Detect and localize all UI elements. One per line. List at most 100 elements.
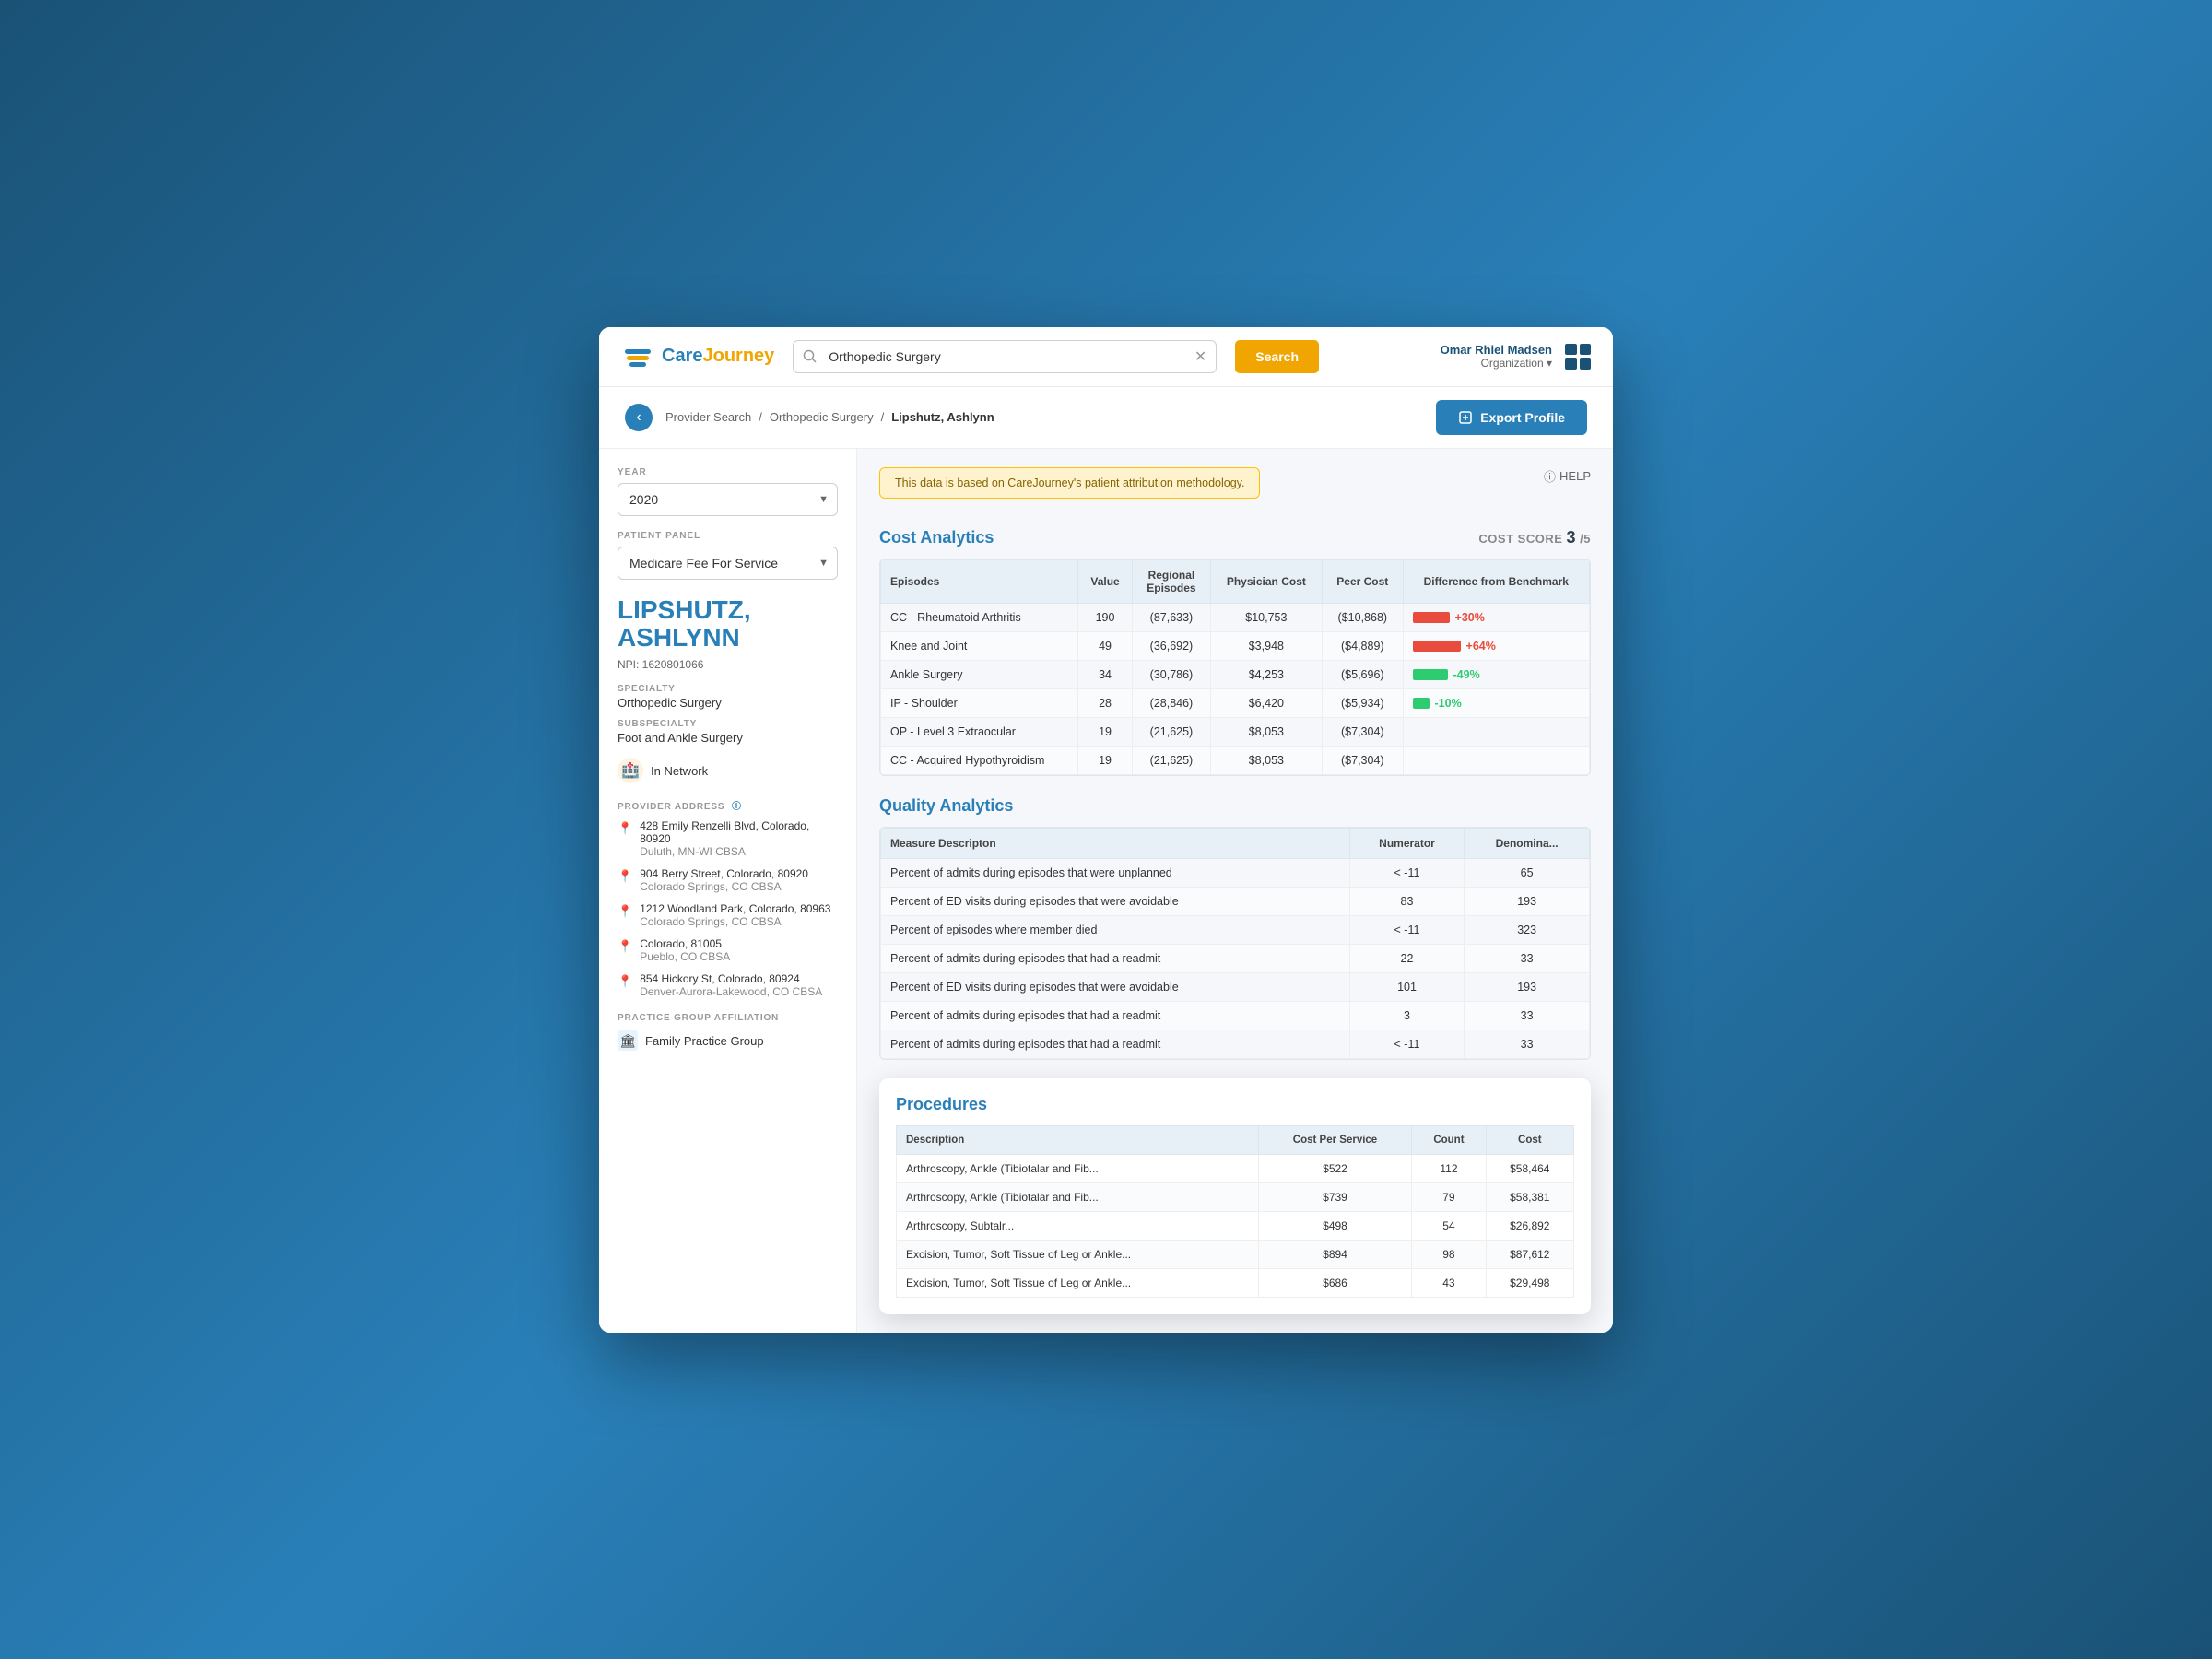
episode-value: 19	[1077, 746, 1132, 774]
grid-icon[interactable]	[1565, 344, 1591, 370]
table-row: CC - Acquired Hypothyroidism 19 (21,625)…	[881, 746, 1590, 774]
export-profile-button[interactable]: Export Profile	[1436, 400, 1587, 435]
address-pin-icon: 📍	[618, 821, 632, 858]
col-value: Value	[1077, 559, 1132, 603]
denominator: 33	[1465, 1030, 1590, 1058]
address-primary: 1212 Woodland Park, Colorado, 80963	[640, 902, 830, 915]
help-link[interactable]: ⓘ HELP	[1544, 467, 1591, 485]
diff-from-benchmark: +64%	[1403, 631, 1589, 660]
numerator: < -11	[1349, 858, 1465, 887]
table-row: Percent of admits during episodes that h…	[881, 1030, 1590, 1058]
right-panel: This data is based on CareJourney's pati…	[857, 449, 1613, 1333]
denominator: 193	[1465, 887, 1590, 915]
year-select[interactable]: 2020	[618, 483, 838, 516]
procedures-table-body: Arthroscopy, Ankle (Tibiotalar and Fib..…	[897, 1154, 1574, 1297]
cost-analytics-table: Episodes Value RegionalEpisodes Physicia…	[880, 559, 1590, 775]
breadcrumb-path2: Orthopedic Surgery	[770, 410, 874, 424]
physician-cost: $4,253	[1210, 660, 1322, 688]
breadcrumb: ‹ Provider Search / Orthopedic Surgery /…	[625, 404, 994, 431]
col-physician-cost: Physician Cost	[1210, 559, 1322, 603]
numerator: 22	[1349, 944, 1465, 972]
cost-score: COST SCORE 3 /5	[1478, 528, 1591, 547]
measure-desc: Percent of admits during episodes that h…	[881, 944, 1350, 972]
alert-banner: This data is based on CareJourney's pati…	[879, 467, 1260, 499]
proc-desc: Excision, Tumor, Soft Tissue of Leg or A…	[897, 1268, 1259, 1297]
content-grid: YEAR 2020 PATIENT PANEL Medicare Fee For…	[599, 449, 1613, 1333]
col-episodes: Episodes	[881, 559, 1078, 603]
cost-table-head: Episodes Value RegionalEpisodes Physicia…	[881, 559, 1590, 603]
proc-count: 112	[1412, 1154, 1486, 1182]
address-secondary: Duluth, MN-WI CBSA	[640, 845, 838, 858]
peer-cost: ($7,304)	[1323, 746, 1403, 774]
address-pin-icon: 📍	[618, 904, 632, 928]
table-row: Percent of admits during episodes that h…	[881, 1001, 1590, 1030]
address-primary: Colorado, 81005	[640, 937, 730, 950]
table-row: IP - Shoulder 28 (28,846) $6,420 ($5,934…	[881, 688, 1590, 717]
cost-analytics-header: Cost Analytics COST SCORE 3 /5	[879, 528, 1591, 547]
panel-select[interactable]: Medicare Fee For Service	[618, 547, 838, 580]
user-org[interactable]: Organization ▾	[1441, 357, 1552, 370]
logo-area: CareJourney	[621, 340, 774, 373]
address-info-icon[interactable]: ⓘ	[732, 802, 742, 812]
panel-label: PATIENT PANEL	[618, 531, 838, 541]
address-pin-icon: 📍	[618, 869, 632, 893]
diff-from-benchmark	[1403, 717, 1589, 746]
provider-npi: NPI: 1620801066	[618, 658, 838, 671]
proc-cost-per-service: $894	[1258, 1240, 1412, 1268]
denominator: 323	[1465, 915, 1590, 944]
proc-cost: $26,892	[1486, 1211, 1573, 1240]
proc-cost: $58,381	[1486, 1182, 1573, 1211]
numerator: 101	[1349, 972, 1465, 1001]
diff-pct: +30%	[1455, 611, 1485, 624]
address-text: Colorado, 81005 Pueblo, CO CBSA	[640, 937, 730, 963]
search-button[interactable]: Search	[1235, 340, 1319, 373]
procedures-panel: Procedures Description Cost Per Service …	[879, 1078, 1591, 1314]
breadcrumb-path1: Provider Search	[665, 410, 751, 424]
table-row: Ankle Surgery 34 (30,786) $4,253 ($5,696…	[881, 660, 1590, 688]
search-bar: ✕	[793, 340, 1217, 373]
p-col-desc: Description	[897, 1125, 1259, 1154]
regional-episodes: (21,625)	[1133, 746, 1210, 774]
col-peer-cost: Peer Cost	[1323, 559, 1403, 603]
procedures-inner: Procedures Description Cost Per Service …	[879, 1078, 1591, 1314]
back-button[interactable]: ‹	[625, 404, 653, 431]
proc-desc: Arthroscopy, Subtalr...	[897, 1211, 1259, 1240]
table-row: Arthroscopy, Subtalr... $498 54 $26,892	[897, 1211, 1574, 1240]
year-label: YEAR	[618, 467, 838, 477]
cost-analytics-title: Cost Analytics	[879, 528, 994, 547]
proc-count: 43	[1412, 1268, 1486, 1297]
measure-desc: Percent of ED visits during episodes tha…	[881, 887, 1350, 915]
quality-analytics-title: Quality Analytics	[879, 796, 1013, 816]
search-input[interactable]	[818, 341, 1185, 372]
network-icon: 🏥	[618, 758, 643, 783]
episode-value: 49	[1077, 631, 1132, 660]
logo-text: CareJourney	[662, 346, 774, 367]
proc-cost: $58,464	[1486, 1154, 1573, 1182]
address-pin-icon: 📍	[618, 939, 632, 963]
peer-cost: ($7,304)	[1323, 717, 1403, 746]
address-section-label: PROVIDER ADDRESS ⓘ	[618, 798, 838, 812]
proc-count: 54	[1412, 1211, 1486, 1240]
peer-cost: ($5,696)	[1323, 660, 1403, 688]
proc-desc: Excision, Tumor, Soft Tissue of Leg or A…	[897, 1240, 1259, 1268]
numerator: 3	[1349, 1001, 1465, 1030]
denominator: 193	[1465, 972, 1590, 1001]
p-col-count: Count	[1412, 1125, 1486, 1154]
diff-pct: +64%	[1466, 640, 1496, 653]
episode-name: Knee and Joint	[881, 631, 1078, 660]
proc-desc: Arthroscopy, Ankle (Tibiotalar and Fib..…	[897, 1182, 1259, 1211]
table-row: Percent of ED visits during episodes tha…	[881, 972, 1590, 1001]
addresses-container: 📍 428 Emily Renzelli Blvd, Colorado, 809…	[618, 819, 838, 998]
main-content: ‹ Provider Search / Orthopedic Surgery /…	[599, 387, 1613, 1333]
diff-pct: -10%	[1435, 697, 1462, 710]
quality-analytics-table: Measure Descripton Numerator Denomina...…	[880, 828, 1590, 1059]
search-clear-button[interactable]: ✕	[1185, 347, 1216, 366]
proc-cost: $87,612	[1486, 1240, 1573, 1268]
quality-table-head: Measure Descripton Numerator Denomina...	[881, 828, 1590, 858]
breadcrumb-row: ‹ Provider Search / Orthopedic Surgery /…	[599, 387, 1613, 449]
user-info: Omar Rhiel Madsen Organization ▾	[1441, 343, 1552, 370]
subspecialty-block: SUBSPECIALTY Foot and Ankle Surgery	[618, 719, 838, 745]
measure-desc: Percent of episodes where member died	[881, 915, 1350, 944]
address-secondary: Pueblo, CO CBSA	[640, 950, 730, 963]
cost-table-body: CC - Rheumatoid Arthritis 190 (87,633) $…	[881, 603, 1590, 774]
